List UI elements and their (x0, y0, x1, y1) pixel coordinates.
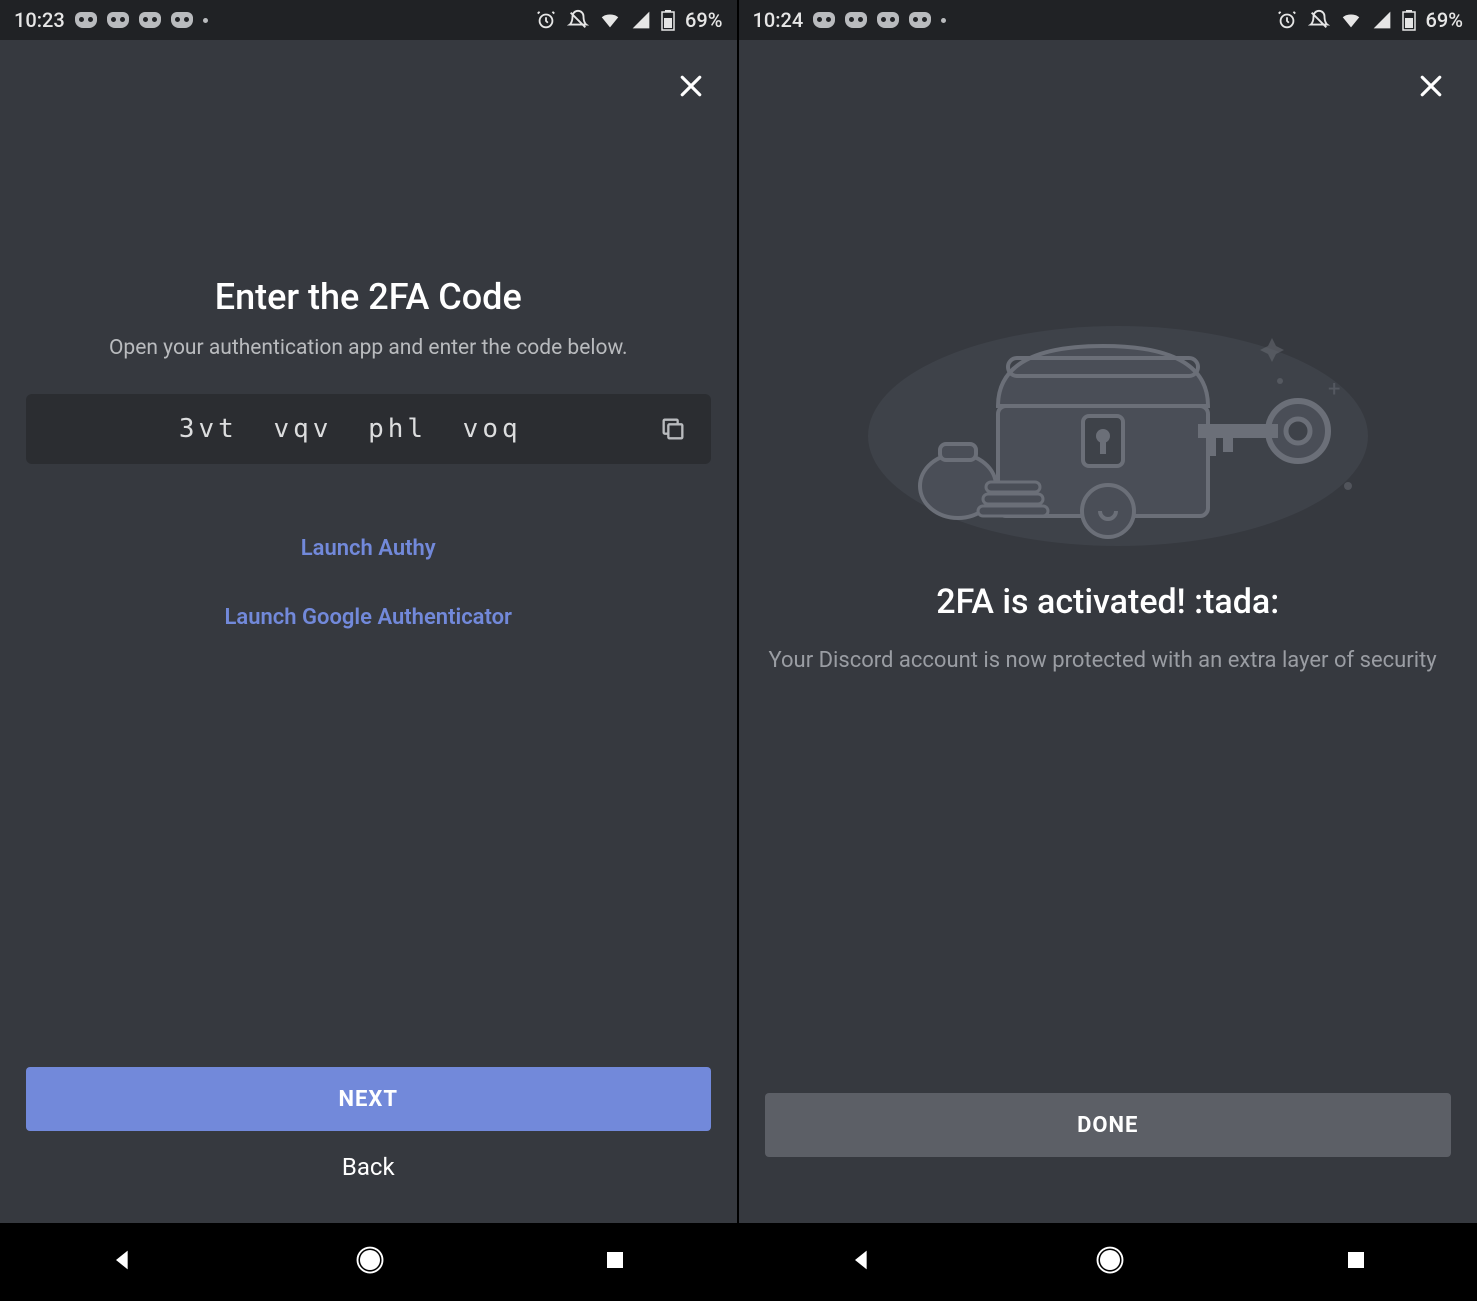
android-navbar (0, 1223, 737, 1301)
close-icon (676, 71, 706, 101)
nav-recent-button[interactable] (1344, 1248, 1368, 1276)
wifi-icon (1340, 9, 1362, 31)
discord-notif-icon (845, 12, 867, 28)
launch-google-auth-link[interactable]: Launch Google Authenticator (26, 583, 711, 652)
battery-pct: 69% (1426, 8, 1463, 32)
code-value: 3vt vqv phl voq (46, 414, 655, 444)
alarm-icon (1276, 9, 1298, 31)
android-navbar (739, 1223, 1477, 1301)
battery-icon (1402, 9, 1416, 31)
more-notif-icon (203, 18, 208, 23)
discord-notif-icon (75, 12, 97, 28)
back-button[interactable]: Back (26, 1135, 711, 1199)
nav-back-button[interactable] (848, 1246, 876, 1278)
treasure-illustration: + (765, 286, 1452, 546)
nav-back-button[interactable] (109, 1246, 137, 1278)
battery-icon (661, 9, 675, 31)
launch-authy-link[interactable]: Launch Authy (26, 514, 711, 583)
copy-icon (659, 415, 687, 443)
nav-recent-button[interactable] (603, 1248, 627, 1276)
page-subtitle: Open your authentication app and enter t… (26, 336, 711, 360)
next-button[interactable]: NEXT (26, 1067, 711, 1131)
battery-pct: 69% (685, 8, 722, 32)
signal-icon (631, 10, 651, 30)
screen-2fa-activated: 10:24 69% (739, 0, 1477, 1301)
nav-home-button[interactable] (355, 1245, 385, 1279)
status-bar: 10:23 69% (0, 0, 737, 40)
dnd-icon (1308, 9, 1330, 31)
done-button[interactable]: DONE (765, 1093, 1452, 1157)
close-button[interactable] (671, 66, 711, 106)
page-title: Enter the 2FA Code (26, 276, 711, 318)
status-time: 10:23 (14, 8, 65, 32)
signal-icon (1372, 10, 1392, 30)
discord-notif-icon (139, 12, 161, 28)
close-button[interactable] (1411, 66, 1451, 106)
more-notif-icon (941, 18, 946, 23)
svg-text:+: + (1328, 377, 1340, 402)
discord-notif-icon (107, 12, 129, 28)
page-description: Your Discord account is now protected wi… (765, 644, 1452, 677)
copy-button[interactable] (655, 411, 691, 447)
page-title: 2FA is activated! :tada: (765, 582, 1452, 622)
status-bar: 10:24 69% (739, 0, 1477, 40)
discord-notif-icon (813, 12, 835, 28)
close-icon (1416, 71, 1446, 101)
alarm-icon (535, 9, 557, 31)
nav-home-button[interactable] (1095, 1245, 1125, 1279)
screen-enter-2fa: 10:23 69% (0, 0, 739, 1301)
discord-notif-icon (909, 12, 931, 28)
code-field: 3vt vqv phl voq (26, 394, 711, 464)
discord-notif-icon (877, 12, 899, 28)
status-time: 10:24 (753, 8, 804, 32)
discord-notif-icon (171, 12, 193, 28)
dnd-icon (567, 9, 589, 31)
wifi-icon (599, 9, 621, 31)
